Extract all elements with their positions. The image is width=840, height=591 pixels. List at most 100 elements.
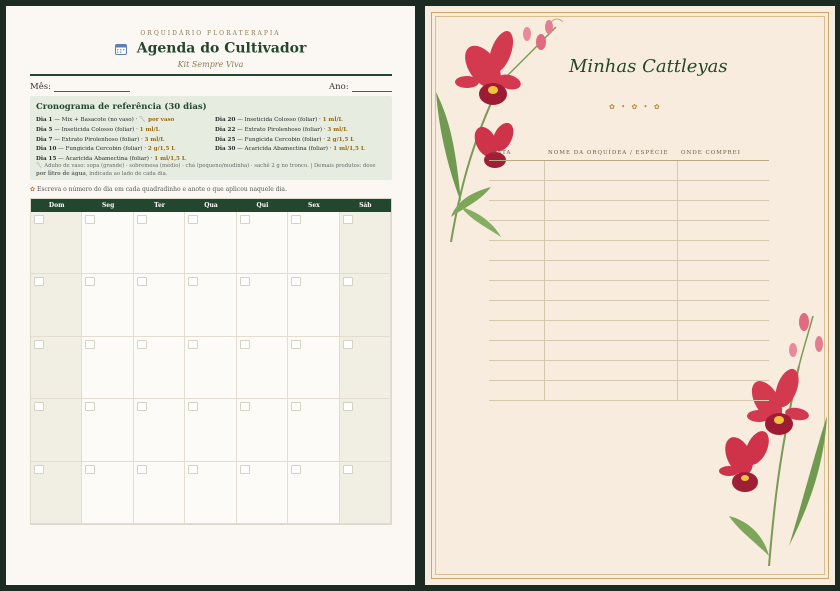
calendar-cell[interactable] [31,274,83,337]
day-number-box[interactable] [34,339,44,349]
calendar-cell[interactable] [288,399,340,462]
calendar-cell[interactable] [288,274,340,337]
table-cell[interactable] [489,181,545,201]
table-cell[interactable] [545,281,678,301]
day-number-box[interactable] [239,464,250,474]
table-cell[interactable] [678,341,769,361]
day-number-box[interactable] [188,215,199,224]
calendar-cell[interactable] [133,461,186,524]
table-cell[interactable] [545,221,678,241]
day-number-box[interactable] [136,339,147,349]
day-number-box[interactable] [85,215,96,224]
day-number-box[interactable] [239,402,250,412]
month-field[interactable]: Mês: [30,82,130,92]
day-number-box[interactable] [342,402,353,412]
day-number-box[interactable] [239,277,250,287]
calendar-cell[interactable] [82,274,134,337]
calendar-cell[interactable] [185,461,237,524]
day-number-box[interactable] [136,277,147,287]
table-cell[interactable] [489,321,545,341]
table-cell[interactable] [545,241,678,261]
table-cell[interactable] [678,301,769,321]
day-number-box[interactable] [291,464,302,474]
calendar-cell[interactable] [236,212,289,275]
day-number-box[interactable] [188,277,199,287]
table-cell[interactable] [489,361,545,381]
table-cell[interactable] [545,381,678,401]
year-field[interactable]: Ano: [329,82,392,92]
day-number-box[interactable] [342,464,353,474]
calendar-cell[interactable] [288,212,340,275]
table-cell[interactable] [678,321,769,341]
calendar-cell[interactable] [133,274,186,337]
day-number-box[interactable] [34,464,44,474]
table-cell[interactable] [489,381,545,401]
calendar-cell[interactable] [236,461,289,524]
day-number-box[interactable] [85,277,96,287]
day-number-box[interactable] [291,215,302,224]
table-cell[interactable] [678,161,769,181]
day-number-box[interactable] [188,464,199,474]
table-cell[interactable] [489,261,545,281]
table-cell[interactable] [489,281,545,301]
day-number-box[interactable] [85,339,96,349]
day-number-box[interactable] [291,339,302,349]
day-number-box[interactable] [34,215,44,224]
calendar-cell[interactable] [236,274,289,337]
calendar-cell[interactable] [133,399,186,462]
month-line[interactable] [53,83,130,92]
calendar-cell[interactable] [82,461,134,524]
day-number-box[interactable] [239,339,250,349]
day-number-box[interactable] [188,339,199,349]
calendar-cell[interactable] [185,212,237,275]
table-cell[interactable] [678,281,769,301]
table-cell[interactable] [545,301,678,321]
calendar-cell[interactable] [133,212,186,275]
day-number-box[interactable] [239,215,250,224]
table-cell[interactable] [545,321,678,341]
calendar-cell[interactable] [339,336,391,400]
table-cell[interactable] [678,261,769,281]
table-cell[interactable] [545,361,678,381]
day-number-box[interactable] [342,339,353,349]
calendar-cell[interactable] [339,461,391,524]
table-cell[interactable] [678,241,769,261]
calendar-cell[interactable] [31,461,83,524]
day-number-box[interactable] [342,215,353,224]
year-line[interactable] [351,83,392,92]
calendar-cell[interactable] [185,336,237,400]
table-cell[interactable] [545,201,678,221]
table-cell[interactable] [489,301,545,321]
table-cell[interactable] [678,221,769,241]
table-cell[interactable] [678,361,769,381]
calendar-cell[interactable] [82,399,134,462]
calendar-cell[interactable] [185,274,237,337]
table-cell[interactable] [489,341,545,361]
calendar-cell[interactable] [236,399,289,462]
day-number-box[interactable] [188,402,199,412]
day-number-box[interactable] [136,402,147,412]
calendar-cell[interactable] [82,336,134,400]
day-number-box[interactable] [34,402,44,412]
table-cell[interactable] [678,201,769,221]
calendar-cell[interactable] [185,399,237,462]
table-cell[interactable] [545,161,678,181]
calendar-cell[interactable] [288,461,340,524]
calendar-cell[interactable] [31,336,83,400]
table-cell[interactable] [489,221,545,241]
calendar-cell[interactable] [31,212,83,275]
day-number-box[interactable] [342,277,353,287]
table-cell[interactable] [489,241,545,261]
calendar-cell[interactable] [339,212,391,275]
calendar-cell[interactable] [82,212,134,275]
day-number-box[interactable] [291,402,302,412]
calendar-cell[interactable] [339,399,391,462]
day-number-box[interactable] [291,277,302,287]
table-cell[interactable] [489,161,545,181]
day-number-box[interactable] [85,464,96,474]
calendar-cell[interactable] [133,336,186,400]
calendar-cell[interactable] [288,336,340,400]
calendar-cell[interactable] [31,399,83,462]
day-number-box[interactable] [136,464,147,474]
table-cell[interactable] [489,201,545,221]
